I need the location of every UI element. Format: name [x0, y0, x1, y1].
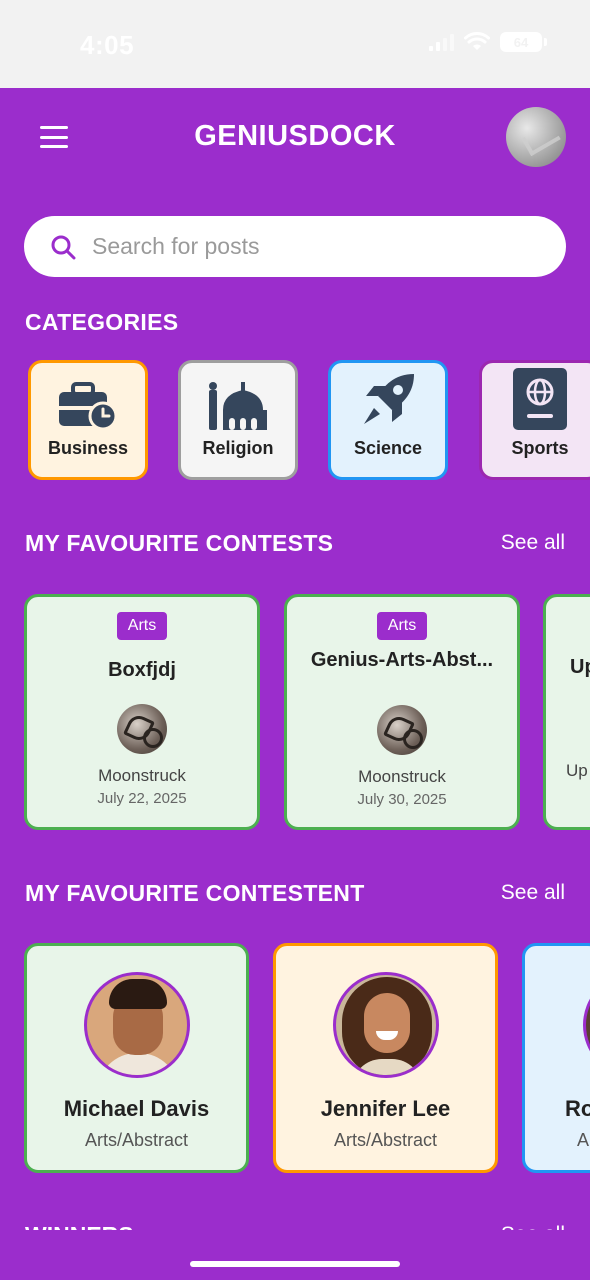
contestant-category: Arts/Abstract: [333, 1130, 438, 1150]
contestant-card[interactable]: Jennifer Lee Arts/Abstract: [273, 943, 498, 1173]
status-bar: 4:05 64: [0, 0, 590, 88]
home-screen: 4:05 64 GENIUSDOCK CATEGORIES: [0, 0, 590, 1280]
profile-avatar[interactable]: [506, 107, 566, 167]
category-business[interactable]: Business: [28, 360, 148, 480]
contest-title: Up: [570, 656, 590, 678]
briefcase-clock-icon: [59, 382, 118, 430]
contestant-card[interactable]: Michael Davis Arts/Abstract: [24, 943, 249, 1173]
contest-card[interactable]: Arts Boxfjdj Moonstruck July 22, 2025: [24, 594, 260, 830]
contestant-photo: [332, 972, 439, 1078]
search-bar[interactable]: [24, 216, 566, 277]
search-input[interactable]: [92, 233, 532, 260]
contest-tag: Arts: [376, 612, 428, 640]
passport-icon: [513, 368, 567, 430]
contest-date: July 22, 2025: [97, 790, 187, 807]
contest-title: Genius-Arts-Abst...: [310, 649, 494, 671]
status-time: 4:05: [80, 30, 135, 60]
search-icon: [51, 235, 76, 259]
contest-author-avatar: [117, 704, 167, 754]
winners-see-all-link[interactable]: See all: [501, 1220, 565, 1230]
contestant-category: A: [577, 1130, 590, 1150]
contest-title: Boxfjdj: [108, 659, 176, 681]
mosque-icon: [209, 382, 267, 430]
contestant-category: Arts/Abstract: [84, 1130, 189, 1150]
contestant-photo: [83, 972, 190, 1078]
contestant-name: Jennifer Lee: [320, 1096, 451, 1121]
category-label: Science: [353, 438, 423, 458]
battery-icon: 64: [500, 32, 547, 52]
winners-title: WINNERS: [25, 1220, 134, 1230]
categories-title: CATEGORIES: [25, 309, 179, 335]
category-science[interactable]: Science: [328, 360, 448, 480]
category-sports[interactable]: Sports: [479, 360, 590, 480]
home-indicator: [190, 1261, 400, 1267]
contest-author: Moonstruck: [358, 767, 446, 786]
category-label: Religion: [202, 438, 274, 458]
contest-card[interactable]: Arts Genius-Arts-Abst... Moonstruck July…: [284, 594, 520, 830]
contestant-card[interactable]: Ro A: [522, 943, 590, 1173]
wifi-icon: [464, 32, 490, 50]
contest-date: July 30, 2025: [357, 791, 447, 808]
contest-author: Moonstruck: [98, 766, 186, 785]
contests-see-all-link[interactable]: See all: [501, 531, 565, 555]
contestant-see-all-link[interactable]: See all: [501, 881, 565, 905]
favourite-contestant-title: MY FAVOURITE CONTESTENT: [25, 880, 365, 906]
contest-author-avatar: [377, 705, 427, 755]
contest-author: Up: [566, 761, 588, 780]
contestant-name: Ro: [565, 1096, 590, 1121]
cellular-signal-icon: [429, 33, 454, 51]
status-icons: 64: [429, 32, 547, 52]
contest-tag: Arts: [116, 612, 168, 640]
favourite-contests-title: MY FAVOURITE CONTESTS: [25, 530, 334, 556]
category-label: Sports: [511, 438, 569, 458]
contestant-name: Michael Davis: [63, 1096, 210, 1121]
contest-card[interactable]: Up Up: [543, 594, 590, 830]
contestant-photo: [583, 972, 590, 1078]
category-label: Business: [47, 438, 129, 458]
category-religion[interactable]: Religion: [178, 360, 298, 480]
rocket-icon: [364, 374, 414, 424]
app-title: GENIUSDOCK: [194, 120, 396, 152]
